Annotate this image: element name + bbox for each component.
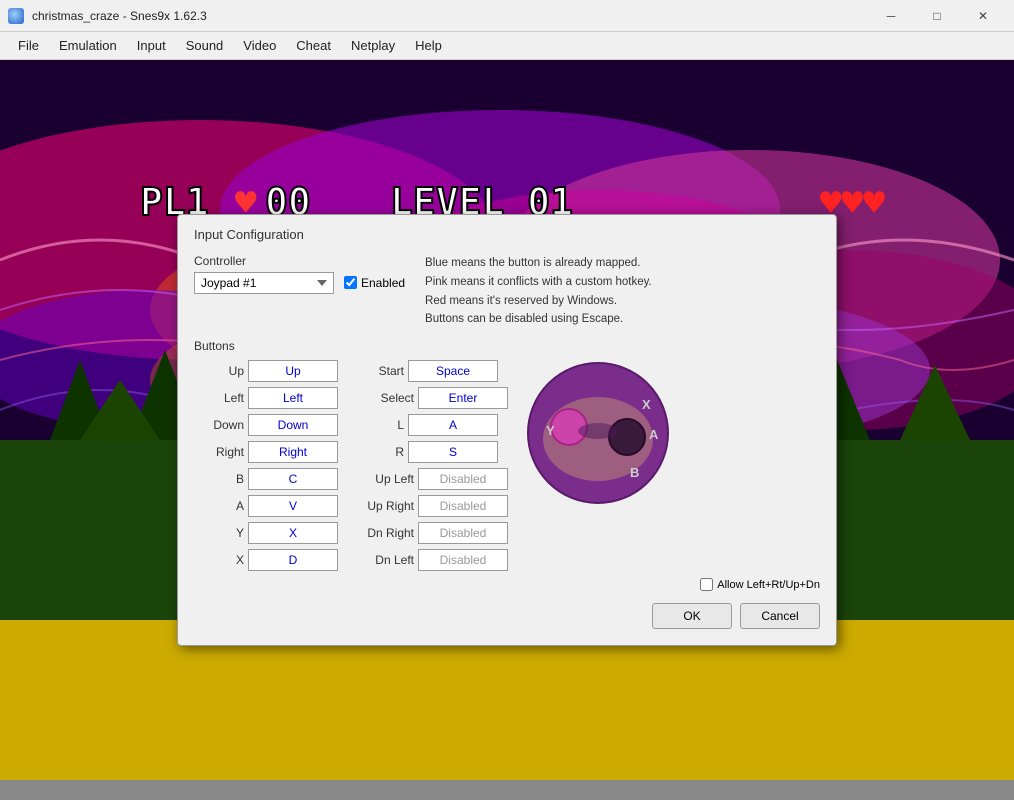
btn-label-left: Left xyxy=(194,391,244,405)
buttons-section-label: Buttons xyxy=(194,339,820,353)
svg-text:X: X xyxy=(642,397,651,412)
controller-svg: Y X A B xyxy=(524,359,672,507)
btn-label-start: Start xyxy=(354,364,404,378)
btn-label-up: Up xyxy=(194,364,244,378)
info-line-3: Red means it's reserved by Windows. xyxy=(425,292,820,311)
btn-label-down: Down xyxy=(194,418,244,432)
btn-label-up-right: Up Right xyxy=(354,499,414,513)
btn-label-right: Right xyxy=(194,445,244,459)
controller-label: Controller xyxy=(194,254,405,268)
btn-input-start[interactable]: Space xyxy=(408,360,498,382)
btn-input-r[interactable]: S xyxy=(408,441,498,463)
button-row-up: Up Up xyxy=(194,359,338,383)
btn-input-up-left[interactable]: Disabled xyxy=(418,468,508,490)
enabled-label[interactable]: Enabled xyxy=(344,276,405,290)
btn-input-dn-left[interactable]: Disabled xyxy=(418,549,508,571)
button-row-r: R S xyxy=(354,440,508,464)
btn-input-right[interactable]: Right xyxy=(248,441,338,463)
info-line-2: Pink means it conflicts with a custom ho… xyxy=(425,273,820,292)
button-row-dn-left: Dn Left Disabled xyxy=(354,548,508,572)
btn-input-up[interactable]: Up xyxy=(248,360,338,382)
btn-input-left[interactable]: Left xyxy=(248,387,338,409)
btn-input-dn-right[interactable]: Disabled xyxy=(418,522,508,544)
btn-label-a: A xyxy=(194,499,244,513)
btn-label-x: X xyxy=(194,553,244,567)
ok-button[interactable]: OK xyxy=(652,603,732,629)
button-row-a: A V xyxy=(194,494,338,518)
btn-input-down[interactable]: Down xyxy=(248,414,338,436)
controller-section: Controller Joypad #1 Joypad #2 Enabled xyxy=(194,254,405,330)
btn-label-r: R xyxy=(354,445,404,459)
btn-input-y[interactable]: X xyxy=(248,522,338,544)
input-configuration-dialog: Input Configuration Controller Joypad #1… xyxy=(177,214,837,647)
info-line-1: Blue means the button is already mapped. xyxy=(425,254,820,273)
btn-label-dn-right: Dn Right xyxy=(354,526,414,540)
controller-image-area: Y X A B xyxy=(524,359,672,507)
button-row-y: Y X xyxy=(194,521,338,545)
button-row-down: Down Down xyxy=(194,413,338,437)
right-button-column: Start Space Select Enter L A R S Up Left… xyxy=(354,359,508,572)
allow-checkbox[interactable] xyxy=(700,578,713,591)
svg-text:Y: Y xyxy=(546,423,555,438)
btn-input-x[interactable]: D xyxy=(248,549,338,571)
btn-label-up-left: Up Left xyxy=(354,472,414,486)
svg-text:A: A xyxy=(649,427,659,442)
info-section: Blue means the button is already mapped.… xyxy=(425,254,820,330)
allow-label[interactable]: Allow Left+Rt/Up+Dn xyxy=(700,578,820,591)
dialog-overlay: Input Configuration Controller Joypad #1… xyxy=(0,0,1014,800)
btn-input-select[interactable]: Enter xyxy=(418,387,508,409)
btn-input-a[interactable]: V xyxy=(248,495,338,517)
btn-input-b[interactable]: C xyxy=(248,468,338,490)
button-row-select: Select Enter xyxy=(354,386,508,410)
btn-input-up-right[interactable]: Disabled xyxy=(418,495,508,517)
dialog-buttons: OK Cancel xyxy=(194,603,820,629)
btn-label-l: L xyxy=(354,418,404,432)
controller-select[interactable]: Joypad #1 Joypad #2 xyxy=(194,272,334,294)
button-row-l: L A xyxy=(354,413,508,437)
btn-label-b: B xyxy=(194,472,244,486)
info-line-4: Buttons can be disabled using Escape. xyxy=(425,310,820,329)
left-button-column: Up Up Left Left Down Down Right Right B … xyxy=(194,359,338,572)
button-row-dn-right: Dn Right Disabled xyxy=(354,521,508,545)
button-row-b: B C xyxy=(194,467,338,491)
btn-input-l[interactable]: A xyxy=(408,414,498,436)
button-row-right: Right Right xyxy=(194,440,338,464)
button-row-x: X D xyxy=(194,548,338,572)
btn-label-select: Select xyxy=(354,391,414,405)
dialog-title: Input Configuration xyxy=(194,227,820,242)
btn-label-y: Y xyxy=(194,526,244,540)
allow-text: Allow Left+Rt/Up+Dn xyxy=(717,579,820,591)
button-row-up-right: Up Right Disabled xyxy=(354,494,508,518)
cancel-button[interactable]: Cancel xyxy=(740,603,820,629)
button-row-up-left: Up Left Disabled xyxy=(354,467,508,491)
enabled-checkbox[interactable] xyxy=(344,276,357,289)
svg-text:B: B xyxy=(630,465,639,480)
button-row-left: Left Left xyxy=(194,386,338,410)
btn-label-dn-left: Dn Left xyxy=(354,553,414,567)
button-row-start: Start Space xyxy=(354,359,508,383)
